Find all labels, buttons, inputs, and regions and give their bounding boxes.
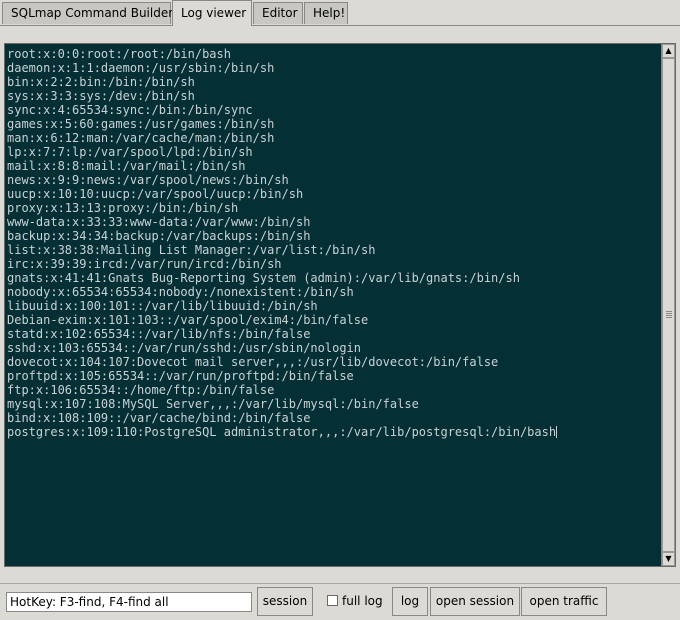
log-line: statd:x:102:65534::/var/lib/nfs:/bin/fal… <box>7 327 311 341</box>
tab-editor[interactable]: Editor <box>253 2 303 24</box>
log-line: www-data:x:33:33:www-data:/var/www:/bin/… <box>7 215 311 229</box>
vertical-scrollbar[interactable]: ▲ ▼ <box>661 44 675 566</box>
log-line: libuuid:x:100:101::/var/lib/libuuid:/bin… <box>7 299 318 313</box>
log-line: uucp:x:10:10:uucp:/var/spool/uucp:/bin/s… <box>7 187 304 201</box>
arrow-up-icon[interactable]: ▲ <box>662 44 675 58</box>
full-log-label: full log <box>342 594 383 608</box>
log-line: gnats:x:41:41:Gnats Bug-Reporting System… <box>7 271 520 285</box>
log-viewer-panel: root:x:0:0:root:/root:/bin/bash daemon:x:… <box>4 43 676 567</box>
log-line: proftpd:x:105:65534::/var/run/proftpd:/b… <box>7 369 354 383</box>
log-line: bind:x:108:109::/var/cache/bind:/bin/fal… <box>7 411 311 425</box>
log-line: lp:x:7:7:lp:/var/spool/lpd:/bin/sh <box>7 145 253 159</box>
log-line: news:x:9:9:news:/var/spool/news:/bin/sh <box>7 173 289 187</box>
log-line: mail:x:8:8:mail:/var/mail:/bin/sh <box>7 159 246 173</box>
log-line: proxy:x:13:13:proxy:/bin:/bin/sh <box>7 201 239 215</box>
scrollbar-thumb[interactable] <box>662 58 675 552</box>
grip-line <box>666 317 672 318</box>
log-line: root:x:0:0:root:/root:/bin/bash <box>7 47 231 61</box>
tab-log-viewer[interactable]: Log viewer <box>172 0 252 26</box>
tab-bar: SQLmap Command Builder Log viewer Editor… <box>0 0 680 26</box>
log-line: sys:x:3:3:sys:/dev:/bin/sh <box>7 89 195 103</box>
arrow-down-icon[interactable]: ▼ <box>662 552 675 566</box>
tab-label: Help! <box>313 6 346 20</box>
log-line: sync:x:4:65534:sync:/bin:/bin/sync <box>7 103 253 117</box>
text-cursor <box>556 426 558 438</box>
checkbox-box[interactable] <box>327 595 338 606</box>
log-line: mysql:x:107:108:MySQL Server,,,:/var/lib… <box>7 397 419 411</box>
grip-line <box>666 315 672 316</box>
tab-divider <box>0 25 680 26</box>
open-traffic-button[interactable]: open traffic <box>521 587 607 616</box>
log-text-area[interactable]: root:x:0:0:root:/root:/bin/bash daemon:x:… <box>5 44 661 566</box>
session-button-label: session <box>262 594 308 608</box>
tab-sqlmap-command-builder[interactable]: SQLmap Command Builder <box>2 2 174 24</box>
log-line: postgres:x:109:110:PostgreSQL administra… <box>7 425 558 439</box>
log-line: bin:x:2:2:bin:/bin:/bin/sh <box>7 75 195 89</box>
hotkey-search-input[interactable] <box>6 592 252 612</box>
tab-label: SQLmap Command Builder <box>11 6 174 20</box>
log-line: man:x:6:12:man:/var/cache/man:/bin/sh <box>7 131 275 145</box>
grip-line <box>666 313 672 314</box>
log-line: sshd:x:103:65534::/var/run/sshd:/usr/sbi… <box>7 341 362 355</box>
full-log-checkbox[interactable]: full log <box>322 587 383 616</box>
tab-label: Editor <box>262 6 298 20</box>
log-line: backup:x:34:34:backup:/var/backups:/bin/… <box>7 229 311 243</box>
log-button[interactable]: log <box>392 587 428 616</box>
log-line: dovecot:x:104:107:Dovecot mail server,,,… <box>7 355 499 369</box>
bottom-toolbar: session full log log open session open t… <box>0 583 680 620</box>
grip-line <box>666 311 672 312</box>
open-traffic-button-label: open traffic <box>529 594 599 608</box>
log-line: nobody:x:65534:65534:nobody:/nonexistent… <box>7 285 354 299</box>
session-button[interactable]: session <box>257 587 313 616</box>
log-line: ftp:x:106:65534::/home/ftp:/bin/false <box>7 383 275 397</box>
log-line: Debian-exim:x:101:103::/var/spool/exim4:… <box>7 313 369 327</box>
log-button-label: log <box>400 594 420 608</box>
tab-help[interactable]: Help! <box>304 2 348 24</box>
log-line: irc:x:39:39:ircd:/var/run/ircd:/bin/sh <box>7 257 282 271</box>
log-line: daemon:x:1:1:daemon:/usr/sbin:/bin/sh <box>7 61 275 75</box>
tab-label: Log viewer <box>181 6 247 20</box>
log-line: games:x:5:60:games:/usr/games:/bin/sh <box>7 117 275 131</box>
open-session-button[interactable]: open session <box>430 587 520 616</box>
log-line: list:x:38:38:Mailing List Manager:/var/l… <box>7 243 376 257</box>
open-session-button-label: open session <box>435 594 515 608</box>
